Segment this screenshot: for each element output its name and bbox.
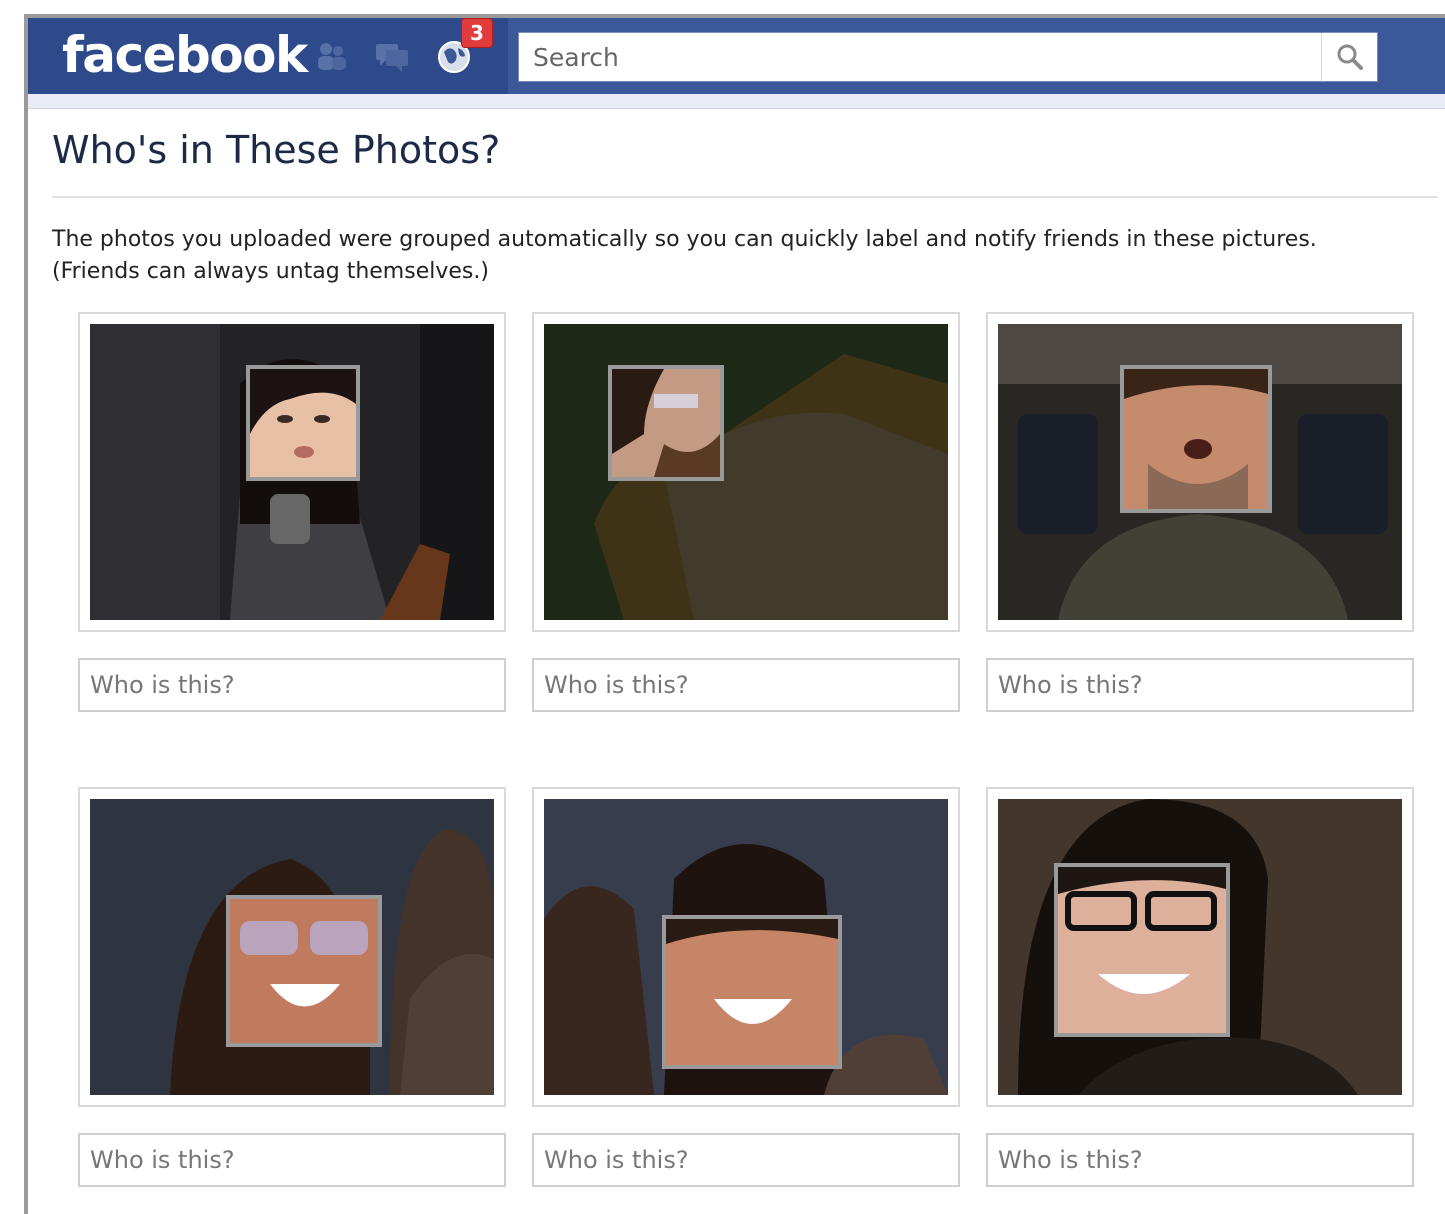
search-box xyxy=(518,32,1378,82)
title-divider xyxy=(52,196,1438,198)
photo-card xyxy=(532,312,960,632)
photo[interactable] xyxy=(998,799,1402,1095)
search-button[interactable] xyxy=(1321,33,1377,81)
page-title: Who's in These Photos? xyxy=(52,128,501,172)
who-is-this-input[interactable] xyxy=(78,1133,506,1187)
photo-card xyxy=(986,787,1414,1107)
photo[interactable] xyxy=(90,799,494,1095)
notifications-badge: 3 xyxy=(461,18,493,48)
photo-card xyxy=(78,312,506,632)
who-is-this-input[interactable] xyxy=(532,658,960,712)
who-is-this-input[interactable] xyxy=(986,658,1414,712)
messages-icon[interactable] xyxy=(372,36,412,76)
photo[interactable] xyxy=(544,324,948,620)
header-subbar xyxy=(28,94,1445,109)
description-line-2: (Friends can always untag themselves.) xyxy=(52,259,489,284)
description-line-1: The photos you uploaded were grouped aut… xyxy=(52,227,1317,252)
photo-card xyxy=(532,787,960,1107)
photo-card xyxy=(986,312,1414,632)
magnifier-icon xyxy=(1337,44,1363,70)
friend-requests-icon[interactable] xyxy=(312,36,352,76)
who-is-this-input[interactable] xyxy=(986,1133,1414,1187)
photo-card xyxy=(78,787,506,1107)
facebook-logo[interactable]: facebook xyxy=(62,22,308,88)
description: The photos you uploaded were grouped aut… xyxy=(52,224,1432,288)
photo[interactable] xyxy=(90,324,494,620)
search-input[interactable] xyxy=(519,33,1333,81)
photo[interactable] xyxy=(544,799,948,1095)
who-is-this-input[interactable] xyxy=(532,1133,960,1187)
who-is-this-input[interactable] xyxy=(78,658,506,712)
photo[interactable] xyxy=(998,324,1402,620)
